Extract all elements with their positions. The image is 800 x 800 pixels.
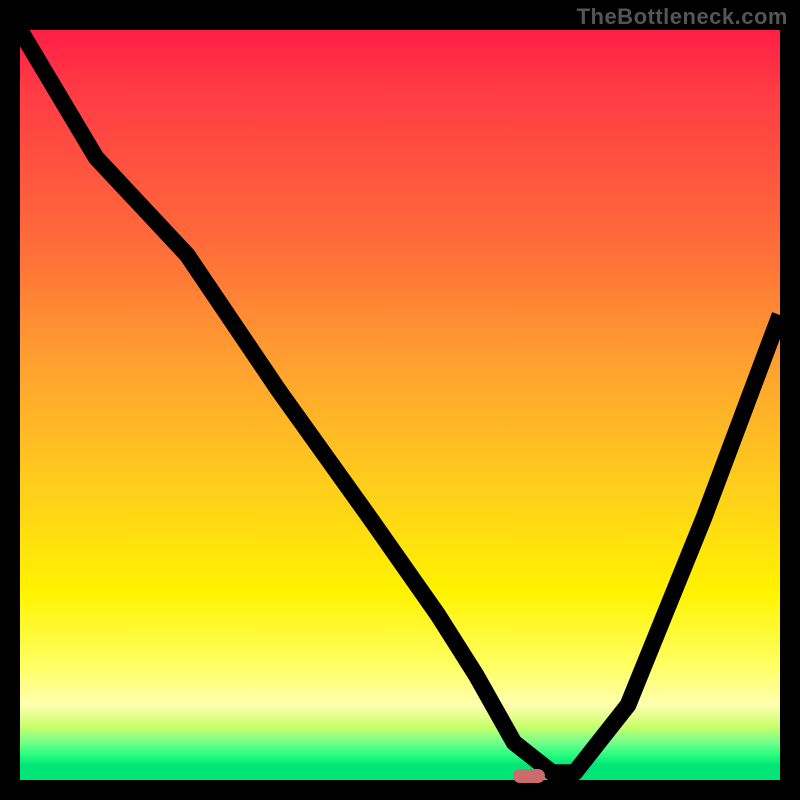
optimal-point-marker (513, 769, 545, 783)
gradient-background (20, 30, 780, 780)
plot-area (20, 30, 780, 780)
chart-frame: TheBottleneck.com (0, 0, 800, 800)
watermark-text: TheBottleneck.com (577, 4, 788, 30)
